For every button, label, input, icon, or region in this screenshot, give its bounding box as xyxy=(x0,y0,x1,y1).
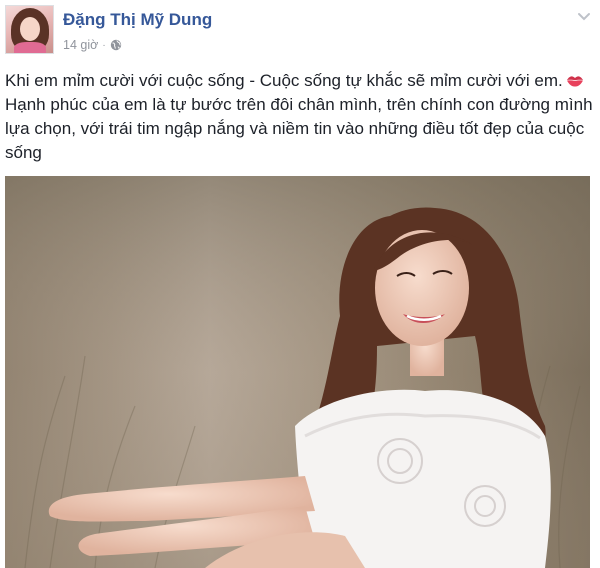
photo-illustration xyxy=(5,176,590,568)
meta-separator: · xyxy=(102,39,106,51)
post-photo[interactable] xyxy=(5,176,590,568)
post-timestamp[interactable]: 14 giờ xyxy=(63,38,98,52)
globe-icon[interactable] xyxy=(110,39,122,51)
kiss-mark-icon xyxy=(566,76,583,87)
post-text-body: Hạnh phúc của em là tự bước trên đôi châ… xyxy=(5,95,593,162)
author-name[interactable]: Đặng Thị Mỹ Dung xyxy=(63,10,212,30)
avatar-face xyxy=(20,17,40,41)
post-text: Khi em mỉm cười với cuộc sống - Cuộc sốn… xyxy=(5,69,595,165)
post-meta: 14 giờ · xyxy=(63,38,122,52)
post-text-line1: Khi em mỉm cười với cuộc sống - Cuộc sốn… xyxy=(5,71,563,90)
avatar-top xyxy=(14,42,46,53)
chevron-down-icon[interactable] xyxy=(576,8,592,24)
author-avatar[interactable] xyxy=(5,5,54,54)
